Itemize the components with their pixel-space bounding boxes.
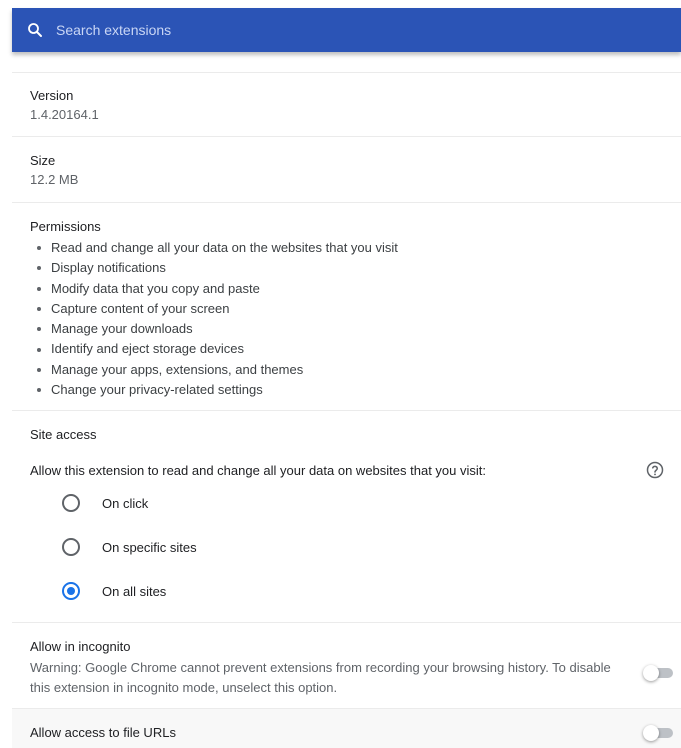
permission-text: Capture content of your screen (51, 300, 230, 316)
site-access-description: Allow this extension to read and change … (30, 462, 486, 478)
version-label: Version (30, 88, 74, 103)
site-access-description-row: Allow this extension to read and change … (30, 460, 665, 480)
radio-unchecked-icon[interactable] (62, 494, 80, 512)
permission-item: Change your privacy-related settings (30, 380, 663, 400)
permission-text: Change your privacy-related settings (51, 382, 263, 398)
permissions-section: Permissions Read and change all your dat… (12, 202, 681, 410)
permissions-list: Read and change all your data on the web… (30, 238, 663, 400)
radio-on-all-sites[interactable]: On all sites (62, 580, 663, 602)
radio-label[interactable]: On all sites (102, 584, 166, 599)
version-section: Version 1.4.20164.1 (12, 72, 681, 136)
permission-text: Manage your downloads (51, 321, 193, 337)
radio-checked-icon[interactable] (62, 582, 80, 600)
radio-unchecked-icon[interactable] (62, 538, 80, 556)
incognito-label: Allow in incognito (30, 639, 131, 654)
radio-label[interactable]: On specific sites (102, 540, 197, 555)
file-urls-toggle[interactable] (643, 725, 673, 741)
bullet-icon (37, 286, 41, 291)
radio-on-specific-sites[interactable]: On specific sites (62, 536, 663, 558)
permission-item: Identify and eject storage devices (30, 339, 663, 359)
size-section: Size 12.2 MB (12, 136, 681, 202)
file-urls-section: Allow access to file URLs (12, 708, 681, 748)
bullet-icon (37, 246, 41, 251)
permission-text: Modify data that you copy and paste (51, 280, 260, 296)
permissions-label: Permissions (30, 219, 101, 234)
bullet-icon (37, 367, 41, 372)
radio-label[interactable]: On click (102, 496, 148, 511)
bullet-icon (37, 347, 41, 352)
site-access-label: Site access (30, 427, 97, 442)
permission-text: Display notifications (51, 260, 166, 276)
permission-item: Capture content of your screen (30, 299, 663, 319)
permission-item: Display notifications (30, 258, 663, 278)
permission-item: Read and change all your data on the web… (30, 238, 663, 258)
toggle-knob[interactable] (643, 725, 659, 741)
bullet-icon (37, 388, 41, 393)
bullet-icon (37, 266, 41, 271)
permission-item: Manage your downloads (30, 319, 663, 339)
permission-text: Manage your apps, extensions, and themes (51, 361, 304, 377)
size-value: 12.2 MB (30, 172, 79, 187)
site-access-options: On click On specific sites On all sites (30, 492, 663, 602)
extension-details: Version 1.4.20164.1 Size 12.2 MB Permiss… (12, 72, 681, 748)
site-access-section: Site access Allow this extension to read… (12, 410, 681, 622)
permission-text: Identify and eject storage devices (51, 341, 244, 357)
toggle-knob[interactable] (643, 665, 659, 681)
incognito-section: Allow in incognito Warning: Google Chrom… (12, 622, 681, 708)
permission-item: Manage your apps, extensions, and themes (30, 360, 663, 380)
help-circle-icon[interactable] (645, 460, 665, 480)
bullet-icon (37, 307, 41, 312)
permission-text: Read and change all your data on the web… (51, 240, 398, 255)
size-label: Size (30, 153, 56, 168)
search-input[interactable] (56, 15, 616, 45)
version-value: 1.4.20164.1 (30, 107, 99, 122)
search-bar[interactable] (12, 8, 681, 52)
top-bar (0, 0, 681, 58)
permission-item: Modify data that you copy and paste (30, 279, 663, 299)
radio-on-click[interactable]: On click (62, 492, 663, 514)
search-icon[interactable] (26, 21, 44, 39)
incognito-toggle[interactable] (643, 665, 673, 681)
incognito-warning: Warning: Google Chrome cannot prevent ex… (30, 660, 611, 695)
bullet-icon (37, 327, 41, 332)
